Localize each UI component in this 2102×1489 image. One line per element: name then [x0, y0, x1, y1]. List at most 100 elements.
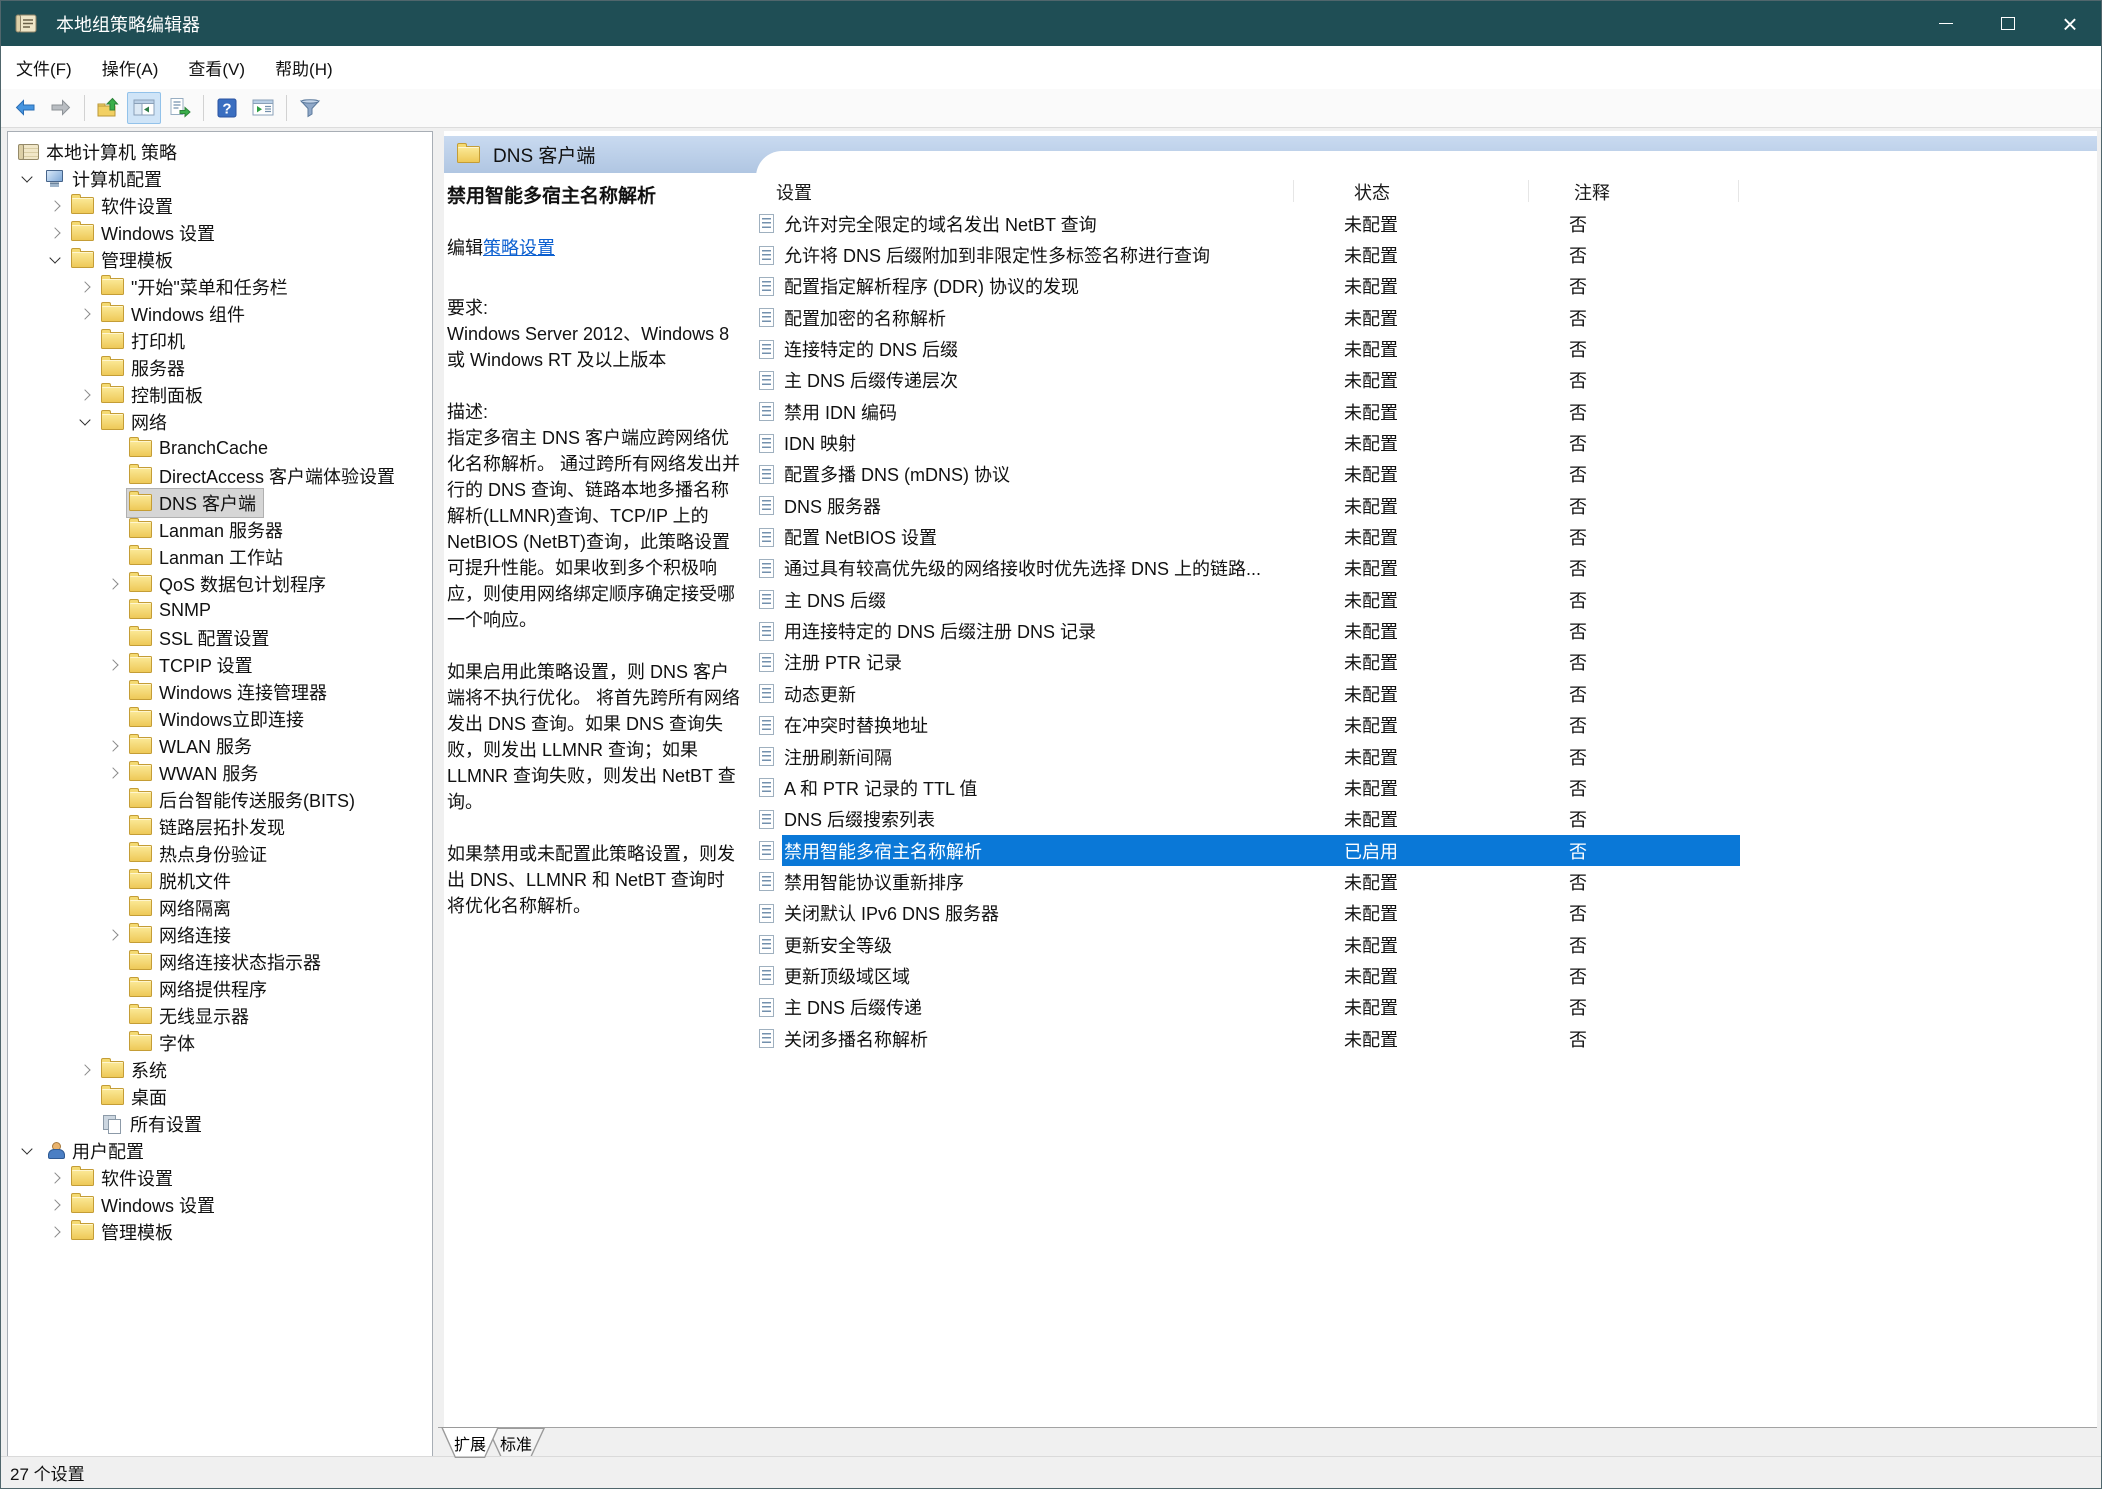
tree-node[interactable]: 软件设置 — [68, 1163, 181, 1193]
list-row[interactable]: 动态更新未配置否 — [756, 678, 1740, 709]
list-row-body[interactable]: 主 DNS 后缀传递未配置否 — [782, 992, 1740, 1023]
tree-node[interactable]: TCPIP 设置 — [126, 650, 261, 680]
tree-item[interactable]: Windows 设置 — [8, 219, 432, 246]
list-row[interactable]: 配置指定解析程序 (DDR) 协议的发现未配置否 — [756, 271, 1740, 302]
tree-node[interactable]: 所有设置 — [98, 1109, 210, 1139]
column-header-comment[interactable]: 注释 — [1574, 179, 1610, 205]
menu-file[interactable]: 文件(F) — [1, 46, 87, 89]
tree-node[interactable]: 管理模板 — [68, 1217, 181, 1247]
tree-node[interactable]: 服务器 — [98, 353, 193, 383]
tree-expander-icon[interactable] — [42, 1201, 68, 1209]
list-row[interactable]: 连接特定的 DNS 后缀未配置否 — [756, 333, 1740, 364]
tree-item[interactable]: 脱机文件 — [8, 867, 432, 894]
tree-item[interactable]: 网络 — [8, 408, 432, 435]
tree-node[interactable]: 本地计算机 策略 — [14, 137, 185, 167]
tree-expander-icon[interactable] — [72, 391, 98, 399]
tree-node[interactable]: 字体 — [126, 1028, 203, 1058]
tree-expander-icon[interactable] — [100, 661, 126, 669]
tree-item[interactable]: 后台智能传送服务(BITS) — [8, 786, 432, 813]
tree-item[interactable]: Windows立即连接 — [8, 705, 432, 732]
list-row[interactable]: 主 DNS 后缀传递层次未配置否 — [756, 365, 1740, 396]
tree-item[interactable]: 管理模板 — [8, 1218, 432, 1245]
list-row-body[interactable]: 注册刷新间隔未配置否 — [782, 741, 1740, 772]
tree-expander-icon[interactable] — [42, 258, 68, 262]
tree-item[interactable]: 链路层拓扑发现 — [8, 813, 432, 840]
back-button[interactable] — [8, 92, 42, 124]
tree-expander-icon[interactable] — [72, 1066, 98, 1074]
tree-node[interactable]: 脱机文件 — [126, 866, 239, 896]
column-header-status[interactable]: 状态 — [1354, 179, 1390, 205]
list-row[interactable]: 更新顶级域区域未配置否 — [756, 960, 1740, 991]
tree-item[interactable]: 网络连接状态指示器 — [8, 948, 432, 975]
tree-node[interactable]: 打印机 — [98, 326, 193, 356]
tree-node[interactable]: Windows 设置 — [68, 218, 223, 248]
tree-node[interactable]: 控制面板 — [98, 380, 211, 410]
tree-item[interactable]: 网络连接 — [8, 921, 432, 948]
tree-expander-icon[interactable] — [100, 931, 126, 939]
tree-node[interactable]: 系统 — [98, 1055, 175, 1085]
tree-expander-icon[interactable] — [42, 1228, 68, 1236]
list-row[interactable]: 禁用 IDN 编码未配置否 — [756, 396, 1740, 427]
tree-expander-icon[interactable] — [14, 177, 40, 181]
list-row[interactable]: 关闭多播名称解析未配置否 — [756, 1023, 1740, 1054]
list-row-body[interactable]: 注册 PTR 记录未配置否 — [782, 647, 1740, 678]
list-row-body[interactable]: 主 DNS 后缀传递层次未配置否 — [782, 365, 1740, 396]
tree-item[interactable]: SSL 配置设置 — [8, 624, 432, 651]
tree-item[interactable]: TCPIP 设置 — [8, 651, 432, 678]
tree-item[interactable]: QoS 数据包计划程序 — [8, 570, 432, 597]
show-action-pane-button[interactable] — [246, 92, 280, 124]
tree-item[interactable]: 无线显示器 — [8, 1002, 432, 1029]
tree-expander-icon[interactable] — [14, 1149, 40, 1153]
tree-expander-icon[interactable] — [100, 769, 126, 777]
tree-node[interactable]: 无线显示器 — [126, 1001, 257, 1031]
tree-item[interactable]: 网络提供程序 — [8, 975, 432, 1002]
tree-item[interactable]: 系统 — [8, 1056, 432, 1083]
list-row-body[interactable]: 配置加密的名称解析未配置否 — [782, 302, 1740, 333]
list-row[interactable]: 禁用智能多宿主名称解析已启用否 — [756, 835, 1740, 866]
forward-button[interactable] — [44, 92, 78, 124]
close-button[interactable]: × — [2039, 1, 2101, 46]
tree-item[interactable]: 计算机配置 — [8, 165, 432, 192]
tree-item[interactable]: 软件设置 — [8, 1164, 432, 1191]
tree-node[interactable]: 桌面 — [98, 1082, 175, 1112]
list-row[interactable]: 主 DNS 后缀未配置否 — [756, 584, 1740, 615]
tree-node[interactable]: BranchCache — [126, 436, 276, 461]
list-row[interactable]: 禁用智能协议重新排序未配置否 — [756, 866, 1740, 897]
list-row-body[interactable]: 禁用 IDN 编码未配置否 — [782, 396, 1740, 427]
list-row[interactable]: 允许将 DNS 后缀附加到非限定性多标签名称进行查询未配置否 — [756, 239, 1740, 270]
menu-help[interactable]: 帮助(H) — [260, 46, 348, 89]
list-row[interactable]: DNS 服务器未配置否 — [756, 490, 1740, 521]
up-one-level-button[interactable] — [91, 92, 125, 124]
list-row-body[interactable]: IDN 映射未配置否 — [782, 427, 1740, 458]
list-row-body[interactable]: 配置指定解析程序 (DDR) 协议的发现未配置否 — [782, 271, 1740, 302]
list-row-body[interactable]: 关闭多播名称解析未配置否 — [782, 1023, 1740, 1054]
tree-item[interactable]: DirectAccess 客户端体验设置 — [8, 462, 432, 489]
list-row[interactable]: 更新安全等级未配置否 — [756, 929, 1740, 960]
tree-item[interactable]: 用户配置 — [8, 1137, 432, 1164]
tree-item[interactable]: 控制面板 — [8, 381, 432, 408]
export-list-button[interactable] — [163, 92, 197, 124]
list-row-body[interactable]: 禁用智能协议重新排序未配置否 — [782, 866, 1740, 897]
tree-item[interactable]: WWAN 服务 — [8, 759, 432, 786]
list-row[interactable]: 用连接特定的 DNS 后缀注册 DNS 记录未配置否 — [756, 615, 1740, 646]
tree-node[interactable]: 网络隔离 — [126, 893, 239, 923]
tree-item[interactable]: 本地计算机 策略 — [8, 138, 432, 165]
list-row-body[interactable]: 允许将 DNS 后缀附加到非限定性多标签名称进行查询未配置否 — [782, 239, 1740, 270]
list-row-body[interactable]: DNS 服务器未配置否 — [782, 490, 1740, 521]
tree-item[interactable]: Windows 连接管理器 — [8, 678, 432, 705]
tree-item[interactable]: 热点身份验证 — [8, 840, 432, 867]
tree-node[interactable]: SNMP — [126, 598, 219, 623]
tree-item[interactable]: "开始"菜单和任务栏 — [8, 273, 432, 300]
tree-item[interactable]: BranchCache — [8, 435, 432, 462]
list-row-body[interactable]: 允许对完全限定的域名发出 NetBT 查询未配置否 — [782, 208, 1740, 239]
list-row-body[interactable]: 在冲突时替换地址未配置否 — [782, 710, 1740, 741]
tree-node[interactable]: WWAN 服务 — [126, 758, 266, 788]
help-button[interactable]: ? — [210, 92, 244, 124]
menu-action[interactable]: 操作(A) — [87, 46, 174, 89]
edit-policy-setting-link[interactable]: 策略设置 — [483, 238, 555, 258]
tree-item[interactable]: 所有设置 — [8, 1110, 432, 1137]
list-row-body[interactable]: 配置 NetBIOS 设置未配置否 — [782, 521, 1740, 552]
tree-node[interactable]: Windows 连接管理器 — [126, 677, 335, 707]
tree-node[interactable]: DirectAccess 客户端体验设置 — [126, 461, 403, 491]
list-row-body-selected[interactable]: 禁用智能多宿主名称解析已启用否 — [782, 835, 1740, 866]
